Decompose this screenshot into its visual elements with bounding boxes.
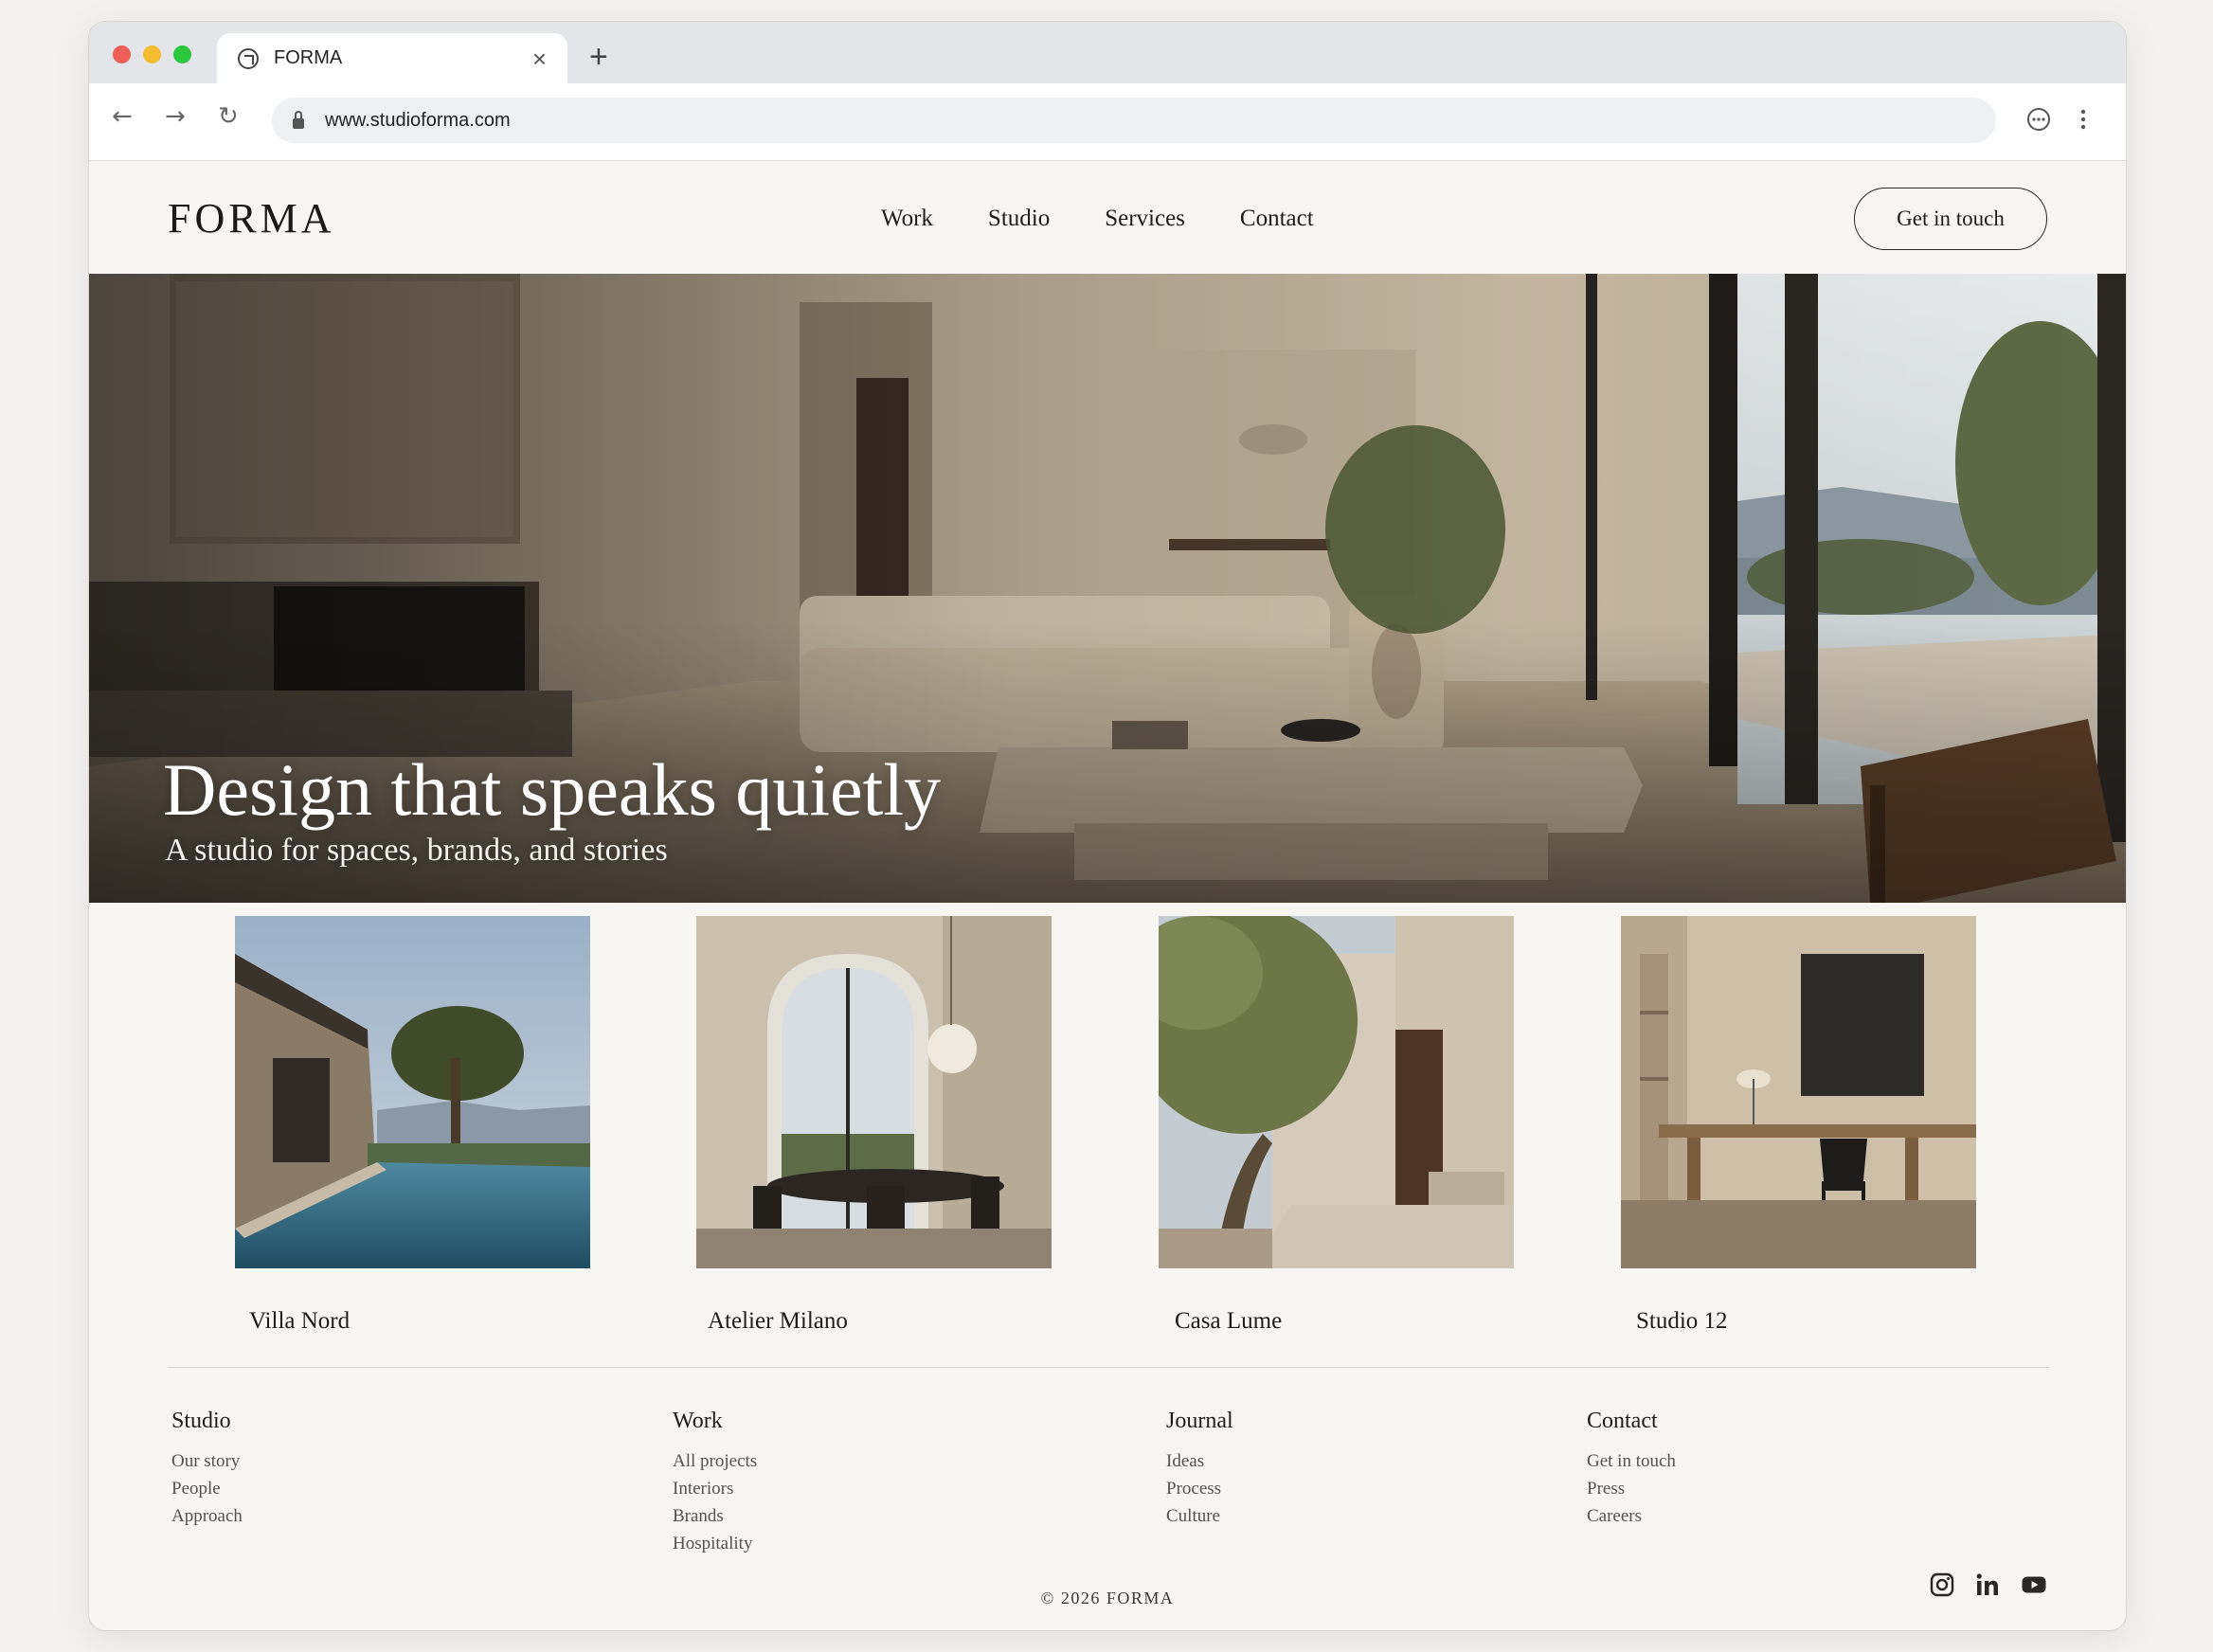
footer-heading: Work [673, 1409, 723, 1433]
copyright-text: © 2026 FORMA [1040, 1589, 1175, 1607]
footer-heading: Journal [1166, 1409, 1233, 1433]
main-nav: Work Studio Services Contact [881, 206, 1314, 232]
footer-column-contact: Contact Get in touch Press Careers [1587, 1409, 1676, 1530]
hero-title: Design that speaks quietly [163, 748, 942, 831]
project-title[interactable]: Atelier Milano [708, 1308, 848, 1335]
browser-window: FORMA × + ← → ↻ www.studioforma.com FORM… [88, 21, 2127, 1631]
browser-tab[interactable]: FORMA × [217, 33, 567, 83]
project-title[interactable]: Villa Nord [249, 1308, 350, 1335]
window-controls [113, 45, 191, 63]
footer-divider [168, 1367, 2049, 1368]
site-header: FORMA Work Studio Services Contact Get i… [89, 161, 2126, 274]
footer-link[interactable]: Our story [171, 1447, 243, 1475]
new-tab-button[interactable]: + [589, 41, 608, 73]
footer-link[interactable]: Hospitality [673, 1530, 757, 1557]
tab-title: FORMA [274, 47, 343, 68]
kebab-menu-icon[interactable] [2078, 106, 2088, 133]
forward-arrow-icon[interactable]: → [165, 104, 186, 129]
footer-link[interactable]: Interiors [673, 1475, 757, 1502]
instagram-icon[interactable] [1929, 1571, 1955, 1598]
nav-item-studio[interactable]: Studio [988, 206, 1050, 232]
linkedin-icon[interactable] [1974, 1571, 2001, 1598]
reload-icon[interactable]: ↻ [218, 104, 239, 129]
footer-heading: Studio [171, 1409, 231, 1433]
footer-link[interactable]: Press [1587, 1475, 1676, 1502]
project-card-casa-lume[interactable]: Casa Lume [1159, 916, 1514, 1334]
tab-strip: FORMA × + [89, 22, 2126, 83]
hero-banner: Design that speaks quietly A studio for … [89, 274, 2126, 903]
nav-item-services[interactable]: Services [1105, 206, 1185, 232]
footer-link[interactable]: People [171, 1475, 243, 1502]
minimize-window-button[interactable] [143, 45, 161, 63]
footer-heading: Contact [1587, 1409, 1658, 1433]
project-card-atelier-milano[interactable]: Atelier Milano [696, 916, 1052, 1334]
hero-subtitle: A studio for spaces, brands, and stories [165, 833, 668, 868]
footer-link[interactable]: All projects [673, 1447, 757, 1475]
footer-link[interactable]: Approach [171, 1502, 243, 1530]
nav-item-contact[interactable]: Contact [1240, 206, 1314, 232]
footer-link[interactable]: Ideas [1166, 1447, 1233, 1475]
back-arrow-icon[interactable]: ← [112, 104, 133, 129]
site-logo[interactable]: FORMA [168, 194, 335, 242]
maximize-window-button[interactable] [173, 45, 191, 63]
url-text: www.studioforma.com [325, 109, 511, 131]
footer-link[interactable]: Process [1166, 1475, 1233, 1502]
project-title[interactable]: Studio 12 [1636, 1308, 1728, 1335]
footer-link[interactable]: Careers [1587, 1502, 1676, 1530]
project-image-atelier-milano [696, 916, 1052, 1268]
close-window-button[interactable] [113, 45, 131, 63]
extension-icon[interactable] [2025, 106, 2052, 133]
footer-link[interactable]: Get in touch [1587, 1447, 1676, 1475]
project-image-villa-nord [235, 916, 590, 1268]
browser-toolbar: ← → ↻ www.studioforma.com [89, 83, 2126, 161]
nav-item-work[interactable]: Work [881, 206, 933, 232]
site-favicon-icon [238, 47, 259, 69]
project-card-villa-nord[interactable]: Villa Nord [235, 916, 590, 1334]
get-in-touch-button[interactable]: Get in touch [1854, 188, 2047, 250]
project-card-studio-12[interactable]: Studio 12 [1621, 916, 1976, 1334]
lock-icon [293, 110, 304, 129]
footer-link[interactable]: Culture [1166, 1502, 1233, 1530]
footer-column-journal: Journal Ideas Process Culture [1166, 1409, 1233, 1530]
project-image-casa-lume [1159, 916, 1514, 1268]
footer-link[interactable]: Brands [673, 1502, 757, 1530]
youtube-icon[interactable] [2021, 1571, 2047, 1598]
project-title[interactable]: Casa Lume [1175, 1308, 1282, 1335]
close-tab-icon[interactable]: × [532, 46, 547, 71]
footer-column-studio: Studio Our story People Approach [171, 1409, 243, 1530]
address-bar[interactable]: www.studioforma.com [272, 98, 1996, 143]
footer-column-work: Work All projects Interiors Brands Hospi… [673, 1409, 757, 1557]
project-image-studio-12 [1621, 916, 1976, 1268]
